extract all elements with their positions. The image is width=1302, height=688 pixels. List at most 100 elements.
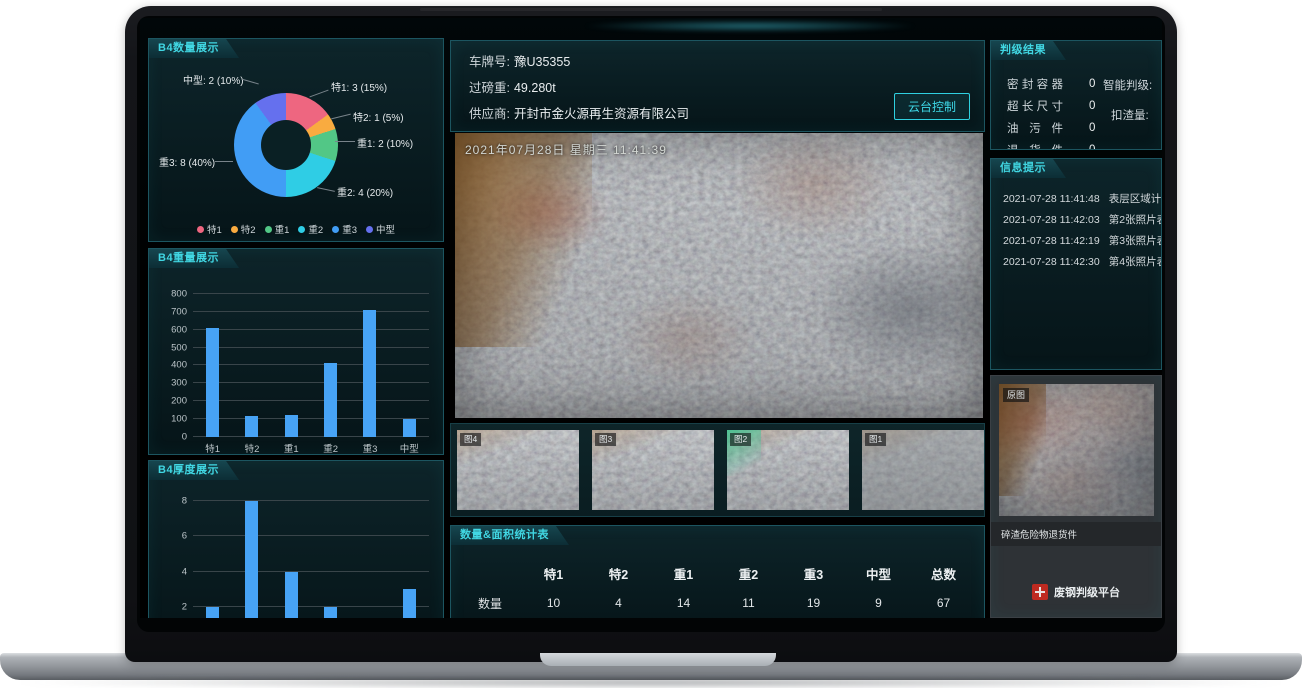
bar xyxy=(363,310,376,437)
count-panel-title: B4数量展示 xyxy=(149,39,239,58)
y-axis-tick: 4 xyxy=(159,566,187,577)
bar-column xyxy=(352,487,388,618)
legend-item[interactable]: 特2 xyxy=(231,222,256,236)
grade-result-title: 判级结果 xyxy=(991,41,1066,60)
bar xyxy=(245,501,258,618)
grade-value: 0 xyxy=(1089,100,1095,112)
weight-panel-title: B4重量展示 xyxy=(149,249,239,268)
brand-row: 废钢判级平台 xyxy=(991,584,1161,600)
thickness-bar-chart: 2468特1特2重1重2重3中型 xyxy=(159,487,433,618)
laptop-body: B4数量展示 特1: 3 (15%)特2: 1 (5%)重1: 2 (10%)重… xyxy=(125,6,1177,662)
grade-rows: 密封容器0超长尺寸0油污件0退货件0 xyxy=(1007,73,1095,150)
log-time: 2021-07-28 11:42:19 xyxy=(1003,235,1100,247)
screen-glare xyxy=(585,20,915,32)
column-header: 中型 xyxy=(846,564,911,583)
log-line: 2021-07-28 11:41:48表层区域计算成功 xyxy=(1003,189,1161,210)
legend-label: 重2 xyxy=(308,222,323,236)
stats-table: 特1特2重1重2重3中型总数数量104141119967面积 xyxy=(459,558,976,618)
bar xyxy=(245,416,258,437)
legend-item[interactable]: 重1 xyxy=(265,222,290,236)
info-tip-title: 信息提示 xyxy=(991,159,1066,178)
y-axis-tick: 0 xyxy=(159,432,187,443)
grade-row: 退货件0 xyxy=(1007,139,1095,150)
thumbnail-badge: 图1 xyxy=(865,433,886,446)
grade-value: 0 xyxy=(1089,122,1095,134)
weigh-label: 过磅重: xyxy=(469,81,510,95)
original-scrap-photo[interactable]: 原图 xyxy=(999,384,1154,516)
photo-vignette xyxy=(999,384,1154,516)
log-text: 表层区域计算成功 xyxy=(1109,193,1161,205)
log-line: 2021-07-28 11:42:03第2张照片表层开 xyxy=(1003,210,1161,231)
main-scrap-photo[interactable]: 2021年07月28日 星期三 11:41:39 xyxy=(455,133,983,418)
x-axis-label: 重3 xyxy=(352,441,388,455)
y-axis-tick: 8 xyxy=(159,496,187,507)
supplier-value: 开封市金火源再生资源有限公司 xyxy=(514,107,689,121)
photo-thumbnail[interactable]: 图4 xyxy=(457,430,579,510)
grade-row: 油污件 0 xyxy=(1007,117,1095,139)
grade-label: 密封容器 xyxy=(1007,76,1063,92)
column-header: 特1 xyxy=(521,564,586,583)
legend-label: 重1 xyxy=(275,222,290,236)
smart-grade-label: 智能判级: xyxy=(1103,77,1162,93)
x-axis-label: 重1 xyxy=(273,441,309,455)
table-cell: 14 xyxy=(651,596,716,610)
legend-label: 特2 xyxy=(241,222,256,236)
supplier-label: 供应商: xyxy=(469,107,510,121)
donut-leader-line xyxy=(317,187,335,192)
legend-item[interactable]: 特1 xyxy=(197,222,222,236)
y-axis-tick: 2 xyxy=(159,601,187,612)
legend-item[interactable]: 中型 xyxy=(366,222,395,236)
log-time: 2021-07-28 11:42:30 xyxy=(1003,256,1100,268)
bar xyxy=(324,363,337,437)
photo-timestamp: 2021年07月28日 星期三 11:41:39 xyxy=(465,141,667,158)
original-photo-badge: 原图 xyxy=(1003,388,1029,402)
donut-hole xyxy=(261,120,311,170)
donut-label: 重1: 2 (10%) xyxy=(357,135,413,150)
bar xyxy=(403,589,416,618)
legend-dot xyxy=(366,226,373,233)
grade-value: 0 xyxy=(1089,144,1095,150)
grade-value: 0 xyxy=(1089,78,1095,90)
weigh-value: 49.280t xyxy=(514,81,556,95)
count-panel: B4数量展示 特1: 3 (15%)特2: 1 (5%)重1: 2 (10%)重… xyxy=(148,38,444,242)
photo-thumbnail[interactable]: 图1 xyxy=(862,430,984,510)
column-header: 重3 xyxy=(781,564,846,583)
donut-label: 重3: 8 (40%) xyxy=(159,154,215,169)
bar-column xyxy=(234,487,270,618)
bar-column xyxy=(273,285,309,437)
donut-leader-line xyxy=(215,161,233,162)
photo-thumbnail[interactable]: 图3 xyxy=(592,430,714,510)
row-label: 数量 xyxy=(459,595,521,612)
donut-leader-line xyxy=(335,141,355,142)
plate-line: 车牌号:豫U35355 xyxy=(469,49,984,75)
grade-label: 油污件 xyxy=(1007,120,1063,136)
weight-panel: B4重量展示 0100200300400500600700800特1特2重1重2… xyxy=(148,248,444,455)
thumbnail-strip: 图4 图3图2 图1 xyxy=(450,423,985,517)
bar-column xyxy=(352,285,388,437)
thumbnail-badge: 图4 xyxy=(460,433,481,446)
weight-bar-chart: 0100200300400500600700800特1特2重1重2重3中型 xyxy=(159,285,433,437)
log-text: 第3张照片表层开 xyxy=(1109,235,1161,247)
x-axis-label: 中型 xyxy=(391,441,427,455)
log-list: 2021-07-28 11:41:48表层区域计算成功2021-07-28 11… xyxy=(1003,189,1161,273)
brand-text: 废钢判级平台 xyxy=(1054,584,1120,600)
ptz-control-button[interactable]: 云台控制 xyxy=(894,93,970,120)
x-axis-label: 特1 xyxy=(195,441,231,455)
legend-label: 重3 xyxy=(342,222,357,236)
column-header: 特2 xyxy=(586,564,651,583)
photo-vignette xyxy=(455,133,983,418)
legend-item[interactable]: 重2 xyxy=(298,222,323,236)
legend-item[interactable]: 重3 xyxy=(332,222,357,236)
photo-thumbnail[interactable]: 图2 xyxy=(727,430,849,510)
bar-series xyxy=(193,285,429,437)
bar-column xyxy=(391,487,427,618)
donut-label: 特1: 3 (15%) xyxy=(331,79,387,94)
grade-row: 密封容器 0 xyxy=(1007,73,1095,95)
x-axis-labels: 特1特2重1重2重3中型 xyxy=(193,441,429,455)
log-time: 2021-07-28 11:42:03 xyxy=(1003,214,1100,226)
bar-column xyxy=(195,285,231,437)
bar xyxy=(285,415,298,437)
laptop-shadow xyxy=(18,677,1284,688)
bar-column xyxy=(273,487,309,618)
table-row: 数量104141119967 xyxy=(459,588,976,618)
